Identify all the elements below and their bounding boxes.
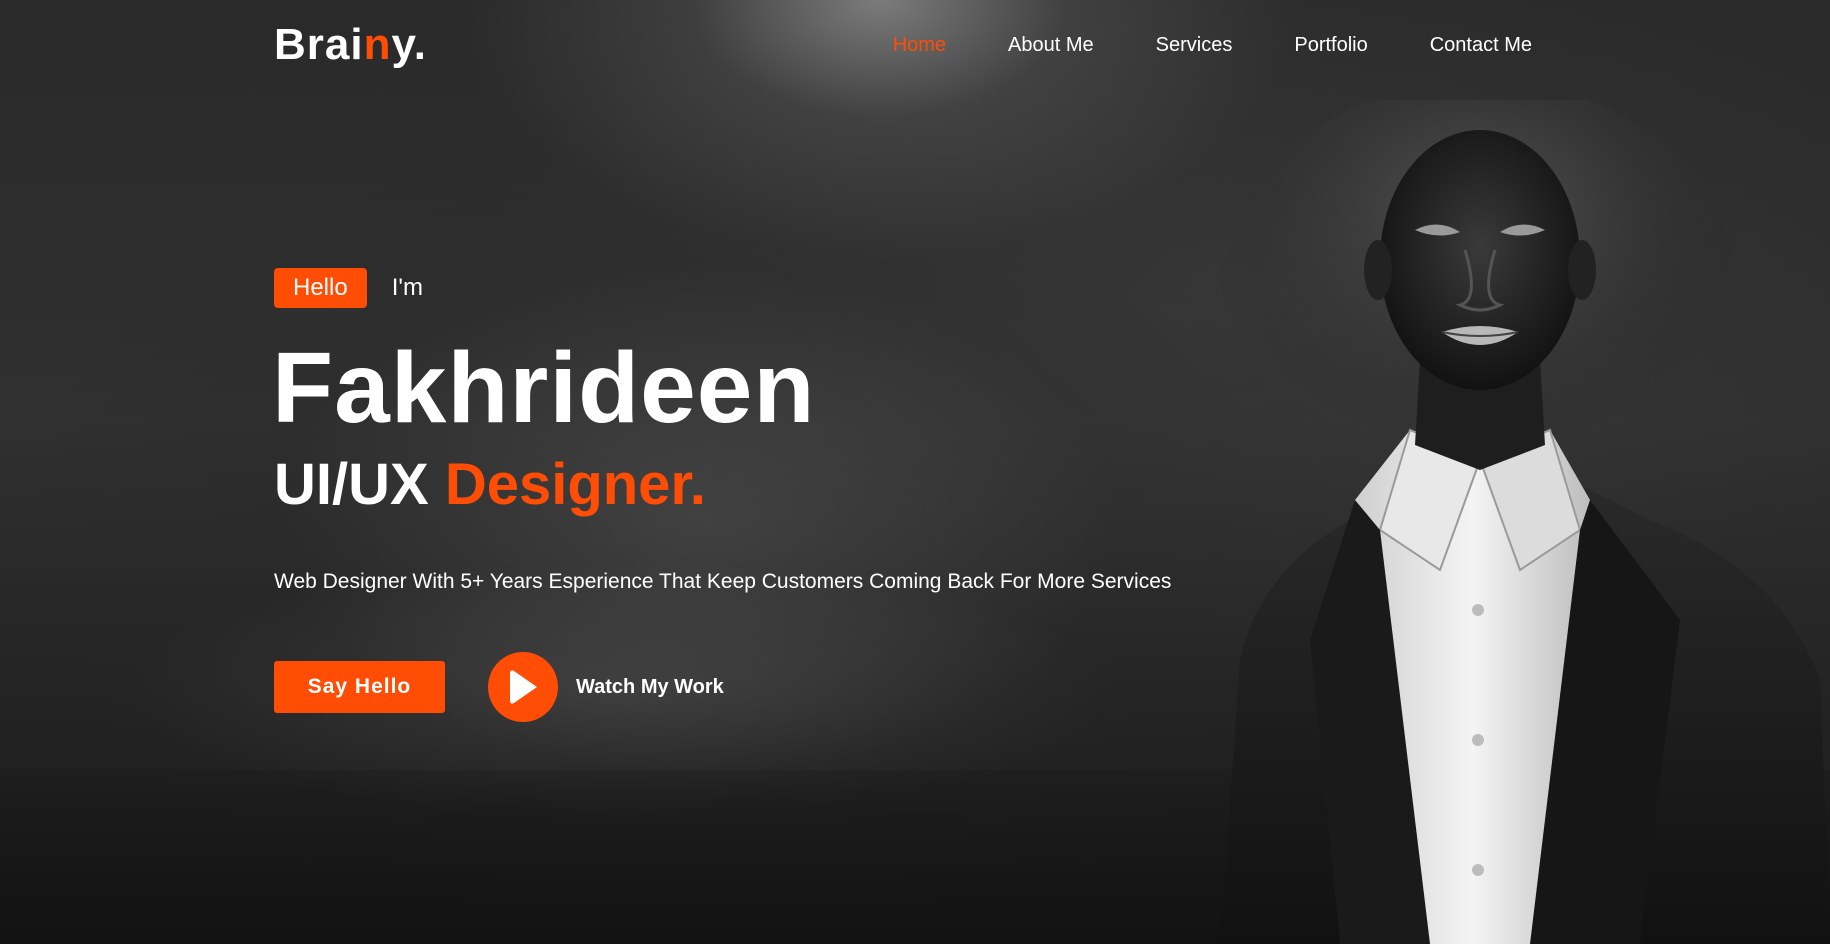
nav-item-portfolio[interactable]: Portfolio — [1294, 30, 1367, 60]
im-text: I'm — [391, 274, 423, 301]
watch-my-work-label: Watch My Work — [576, 675, 724, 698]
hero-section: Brainy. Home About Me Services Portfolio… — [0, 0, 1830, 944]
portrait-image — [1220, 100, 1830, 944]
site-header: Brainy. Home About Me Services Portfolio… — [0, 0, 1830, 90]
say-hello-button[interactable]: Say Hello — [274, 661, 445, 713]
nav-item-about-me[interactable]: About Me — [1008, 30, 1094, 60]
role-accent: Designer. — [444, 452, 706, 517]
logo-text-prefix: Brai — [274, 20, 364, 69]
hero-tagline: Web Designer With 5+ Years Esperience Th… — [274, 570, 1172, 593]
logo-text-accent: n — [363, 20, 392, 69]
play-icon — [510, 670, 537, 704]
greeting-row: Hello I'm — [274, 268, 423, 308]
watch-my-work-button[interactable]: Watch My Work — [488, 652, 724, 722]
role-plain: UI/UX — [274, 452, 429, 517]
play-button[interactable] — [488, 652, 558, 722]
nav-item-home[interactable]: Home — [893, 30, 946, 60]
logo-text-suffix: y. — [391, 20, 427, 69]
brand-logo[interactable]: Brainy. — [274, 18, 427, 72]
main-nav: Home About Me Services Portfolio Contact… — [893, 30, 1532, 60]
hero-name: Fakhrideen — [272, 332, 816, 444]
hero-role: UI/UX Designer. — [274, 450, 706, 520]
hello-badge: Hello — [274, 268, 367, 308]
nav-item-services[interactable]: Services — [1156, 30, 1233, 60]
nav-item-contact-me[interactable]: Contact Me — [1430, 30, 1532, 60]
